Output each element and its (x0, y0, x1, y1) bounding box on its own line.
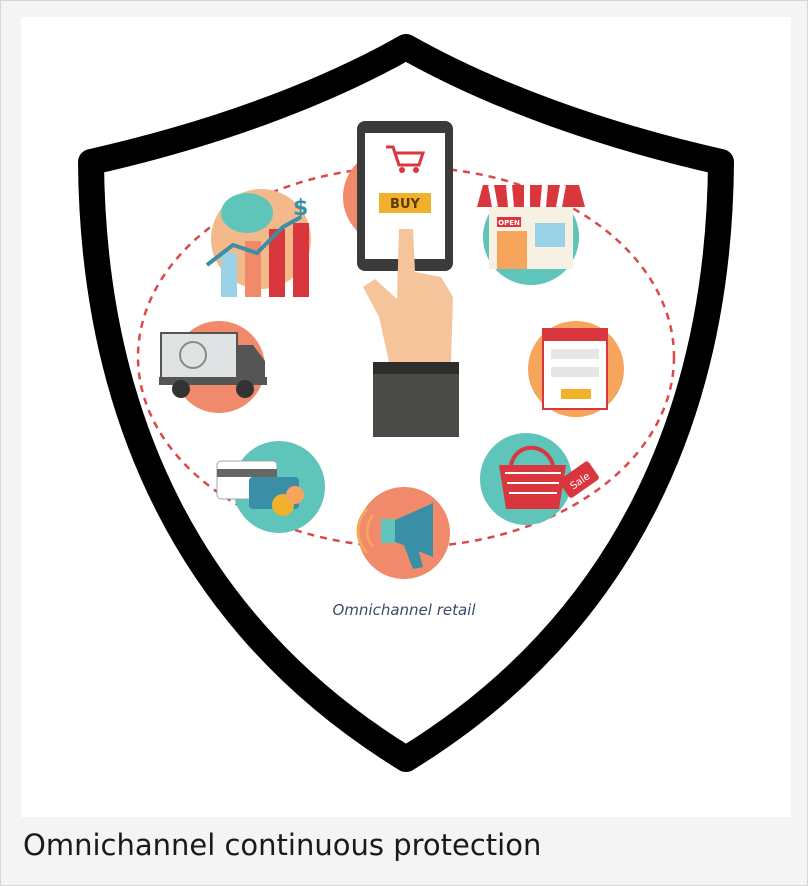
svg-text:OPEN: OPEN (498, 219, 520, 227)
figure-frame: BUY OPEN Sale $ Omnichannel retail Omnic… (0, 0, 808, 886)
omnichannel-retail-label: Omnichannel retail (332, 601, 476, 619)
omnichannel-shield-image: BUY OPEN Sale $ Omnichannel retail (21, 17, 791, 817)
svg-text:$: $ (293, 196, 308, 221)
svg-text:BUY: BUY (390, 197, 420, 212)
web-form-icon (528, 321, 624, 417)
megaphone-icon (356, 487, 450, 579)
figure-caption: Omnichannel continuous protection (23, 828, 542, 862)
shield-illustration: BUY OPEN Sale $ Omnichannel retail (78, 34, 734, 772)
